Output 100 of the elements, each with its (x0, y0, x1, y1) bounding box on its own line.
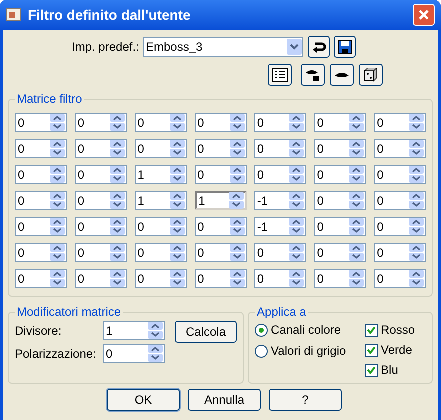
radio-button[interactable] (255, 324, 268, 336)
load-button[interactable] (308, 36, 330, 58)
matrix-value-field[interactable]: 0 (254, 243, 306, 262)
spin-arrows-icon[interactable] (110, 218, 125, 235)
matrix-value-field[interactable]: 0 (74, 165, 127, 184)
spin-arrows-icon[interactable] (170, 140, 185, 157)
matrix-value-field[interactable]: 0 (194, 139, 247, 158)
matrix-value-field[interactable]: 0 (15, 269, 67, 288)
matrix-value-field[interactable]: 0 (254, 139, 306, 158)
spin-arrows-icon[interactable] (110, 192, 125, 209)
matrix-value-field[interactable]: 0 (74, 139, 127, 158)
spin-arrows-icon[interactable] (289, 140, 304, 157)
spin-arrows-icon[interactable] (349, 192, 364, 209)
matrix-value-field[interactable]: 0 (15, 113, 67, 132)
matrix-value-field[interactable]: 0 (314, 191, 366, 210)
matrix-value-field[interactable]: 1 (134, 165, 187, 184)
matrix-value-field[interactable]: 0 (134, 217, 187, 236)
matrix-value-field[interactable]: 0 (314, 139, 366, 158)
spin-arrows-icon[interactable] (349, 270, 364, 287)
spin-arrows-icon[interactable] (170, 166, 185, 183)
spin-arrows-icon[interactable] (148, 322, 163, 339)
spin-arrows-icon[interactable] (289, 166, 304, 183)
save-button[interactable] (334, 36, 356, 58)
matrix-value-field[interactable]: 0 (314, 113, 366, 132)
calculate-button[interactable]: Calcola (175, 321, 238, 343)
spin-arrows-icon[interactable] (170, 192, 185, 209)
matrix-value-field[interactable]: 0 (15, 165, 67, 184)
spin-arrows-icon[interactable] (50, 166, 65, 183)
eye-button[interactable] (330, 64, 354, 86)
spin-arrows-icon[interactable] (170, 270, 185, 287)
matrix-value-field[interactable]: 0 (134, 243, 187, 262)
spin-arrows-icon[interactable] (228, 192, 244, 209)
spin-arrows-icon[interactable] (230, 114, 245, 131)
spin-arrows-icon[interactable] (230, 218, 245, 235)
dialog-button[interactable]: Annulla (188, 389, 261, 411)
number-field[interactable]: 1 (103, 321, 165, 340)
spin-arrows-icon[interactable] (230, 166, 245, 183)
matrix-value-field[interactable]: -1 (254, 191, 306, 210)
spin-arrows-icon[interactable] (230, 140, 245, 157)
spin-arrows-icon[interactable] (50, 140, 65, 157)
matrix-value-field[interactable]: 0 (134, 113, 187, 132)
matrix-value-field[interactable]: 0 (254, 269, 306, 288)
matrix-value-field[interactable]: 0 (74, 269, 127, 288)
spin-arrows-icon[interactable] (110, 244, 125, 261)
dialog-button[interactable]: OK (107, 389, 180, 411)
matrix-value-field[interactable]: 0 (314, 217, 366, 236)
matrix-value-field[interactable]: 0 (314, 269, 366, 288)
matrix-value-field[interactable]: 0 (374, 139, 426, 158)
checkbox[interactable] (365, 324, 378, 336)
spin-arrows-icon[interactable] (110, 140, 125, 157)
spin-arrows-icon[interactable] (289, 218, 304, 235)
spin-arrows-icon[interactable] (349, 114, 364, 131)
matrix-value-field[interactable]: 0 (194, 269, 247, 288)
spin-arrows-icon[interactable] (409, 270, 424, 287)
matrix-value-field[interactable]: 0 (374, 217, 426, 236)
matrix-value-field[interactable]: 1 (194, 191, 247, 210)
spin-arrows-icon[interactable] (409, 192, 424, 209)
matrix-value-field[interactable]: 0 (314, 165, 366, 184)
matrix-value-field[interactable]: 0 (194, 113, 247, 132)
matrix-value-field[interactable]: 0 (194, 165, 247, 184)
spin-arrows-icon[interactable] (289, 244, 304, 261)
randomize-button[interactable] (359, 64, 383, 86)
matrix-value-field[interactable]: 0 (15, 191, 67, 210)
matrix-value-field[interactable]: 0 (374, 269, 426, 288)
matrix-value-field[interactable]: 0 (74, 191, 127, 210)
dialog-button[interactable]: ? (269, 389, 342, 411)
spin-arrows-icon[interactable] (349, 140, 364, 157)
spin-arrows-icon[interactable] (409, 244, 424, 261)
radio-button[interactable] (255, 344, 268, 358)
list-button[interactable] (268, 64, 292, 86)
spin-arrows-icon[interactable] (148, 345, 163, 362)
matrix-value-field[interactable]: 0 (134, 139, 187, 158)
checkbox[interactable] (365, 344, 378, 356)
number-field[interactable]: 0 (103, 344, 165, 363)
matrix-value-field[interactable]: 0 (374, 243, 426, 262)
spin-arrows-icon[interactable] (230, 244, 245, 261)
matrix-value-field[interactable]: 0 (194, 217, 247, 236)
spin-arrows-icon[interactable] (349, 166, 364, 183)
close-button[interactable] (413, 4, 435, 26)
spin-arrows-icon[interactable] (409, 140, 424, 157)
spin-arrows-icon[interactable] (349, 244, 364, 261)
matrix-value-field[interactable]: 0 (74, 243, 127, 262)
matrix-value-field[interactable]: 0 (254, 113, 306, 132)
spin-arrows-icon[interactable] (170, 114, 185, 131)
spin-arrows-icon[interactable] (110, 114, 125, 131)
preset-dropdown[interactable]: Emboss_3 (143, 37, 303, 57)
matrix-value-field[interactable]: 0 (74, 217, 127, 236)
spin-arrows-icon[interactable] (50, 270, 65, 287)
matrix-value-field[interactable]: 0 (74, 113, 127, 132)
eye-lock-button[interactable] (301, 64, 325, 86)
matrix-value-field[interactable]: 0 (134, 269, 187, 288)
matrix-value-field[interactable]: 0 (194, 243, 247, 262)
matrix-value-field[interactable]: 0 (374, 191, 426, 210)
matrix-value-field[interactable]: 0 (374, 165, 426, 184)
spin-arrows-icon[interactable] (230, 270, 245, 287)
matrix-value-field[interactable]: 0 (15, 243, 67, 262)
spin-arrows-icon[interactable] (170, 244, 185, 261)
spin-arrows-icon[interactable] (50, 192, 65, 209)
spin-arrows-icon[interactable] (349, 218, 364, 235)
spin-arrows-icon[interactable] (110, 166, 125, 183)
